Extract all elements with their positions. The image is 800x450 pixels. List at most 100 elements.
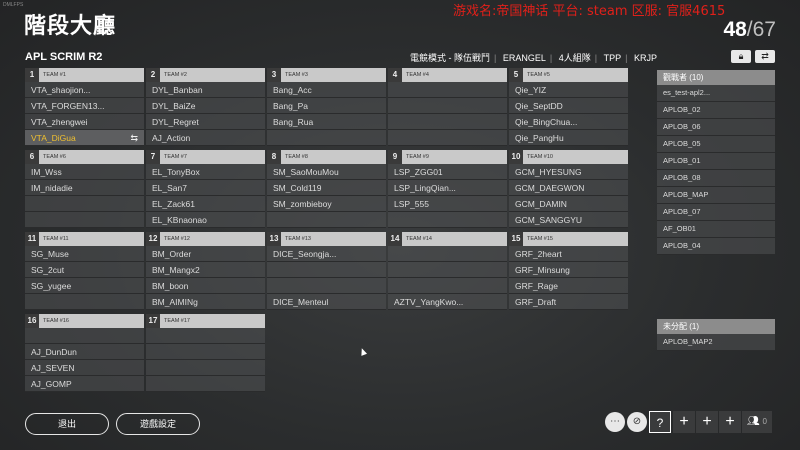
player-slot[interactable] — [388, 278, 507, 294]
add-slot-button-3[interactable]: + — [719, 411, 741, 433]
unassigned-item[interactable]: APLOB_MAP2 — [657, 334, 775, 351]
player-slot[interactable] — [388, 82, 507, 98]
player-slot[interactable] — [25, 212, 144, 228]
team-header[interactable]: 3 TEAM #3 — [267, 68, 386, 82]
player-slot[interactable]: Bang_Acc — [267, 82, 386, 98]
player-slot[interactable]: AJ_GOMP — [25, 376, 144, 392]
player-slot[interactable]: DYL_Regret — [146, 114, 265, 130]
swap-icon[interactable]: ⇄ — [755, 50, 775, 63]
player-slot[interactable] — [146, 376, 265, 392]
player-slot[interactable]: AJ_SEVEN — [25, 360, 144, 376]
observer-item[interactable]: APLOB_05 — [657, 136, 775, 153]
player-slot[interactable] — [388, 262, 507, 278]
player-slot[interactable]: GCM_SANGGYU — [509, 212, 628, 228]
exit-button[interactable]: 退出 — [25, 413, 109, 435]
player-slot[interactable]: DICE_Menteul — [267, 294, 386, 310]
observer-item[interactable]: APLOB_04 — [657, 238, 775, 255]
player-slot[interactable] — [388, 246, 507, 262]
observer-item[interactable]: APLOB_MAP — [657, 187, 775, 204]
player-slot[interactable]: VTA_FORGEN13... — [25, 98, 144, 114]
add-slot-button-1[interactable]: + — [673, 411, 695, 433]
player-slot[interactable] — [146, 344, 265, 360]
observer-item[interactable]: AF_OB01 — [657, 221, 775, 238]
player-slot[interactable] — [267, 212, 386, 228]
add-slot-button-2[interactable]: + — [696, 411, 718, 433]
observer-item[interactable]: APLOB_07 — [657, 204, 775, 221]
player-slot[interactable]: SG_Muse — [25, 246, 144, 262]
player-slot[interactable]: Bang_Rua — [267, 114, 386, 130]
player-slot[interactable]: BM_Order — [146, 246, 265, 262]
team-header[interactable]: 10 TEAM #10 — [509, 150, 628, 164]
observer-item[interactable]: es_test-apl2... — [657, 85, 775, 102]
player-slot[interactable]: DYL_Banban — [146, 82, 265, 98]
observer-item[interactable]: APLOB_08 — [657, 170, 775, 187]
player-slot[interactable]: SM_zombieboy — [267, 196, 386, 212]
player-slot[interactable]: SG_2cut — [25, 262, 144, 278]
player-slot[interactable] — [388, 212, 507, 228]
team-header[interactable]: 16 TEAM #16 — [25, 314, 144, 328]
player-slot[interactable]: Bang_Pa — [267, 98, 386, 114]
team-header[interactable]: 11 TEAM #11 — [25, 232, 144, 246]
team-header[interactable]: 13 TEAM #13 — [267, 232, 386, 246]
team-header[interactable]: 9 TEAM #9 — [388, 150, 507, 164]
player-slot[interactable]: DICE_Seongja... — [267, 246, 386, 262]
player-slot[interactable]: VTA_shaojion... — [25, 82, 144, 98]
player-slot[interactable]: AJ_Action — [146, 130, 265, 146]
player-slot[interactable] — [388, 114, 507, 130]
player-slot[interactable]: GRF_Draft — [509, 294, 628, 310]
player-slot[interactable]: LSP_LingQian... — [388, 180, 507, 196]
team-header[interactable]: 15 TEAM #15 — [509, 232, 628, 246]
team-header[interactable]: 5 TEAM #5 — [509, 68, 628, 82]
player-slot[interactable]: VTA_DiGua ⇆ — [25, 130, 144, 146]
player-slot[interactable] — [25, 294, 144, 310]
game-settings-button[interactable]: 遊戲設定 — [116, 413, 200, 435]
party-button[interactable]: 👥︎ 0 — [742, 411, 772, 433]
player-slot[interactable]: AZTV_YangKwo... — [388, 294, 507, 310]
player-slot[interactable]: EL_KBnaonao — [146, 212, 265, 228]
team-header[interactable]: 7 TEAM #7 — [146, 150, 265, 164]
player-slot[interactable] — [146, 328, 265, 344]
swap-icon[interactable]: ⇆ — [130, 130, 138, 145]
player-slot[interactable]: EL_San7 — [146, 180, 265, 196]
player-slot[interactable] — [267, 130, 386, 146]
player-slot[interactable] — [388, 130, 507, 146]
player-slot[interactable] — [388, 98, 507, 114]
player-slot[interactable]: DYL_BaiZe — [146, 98, 265, 114]
player-slot[interactable]: IM_Wss — [25, 164, 144, 180]
player-slot[interactable]: SG_yugee — [25, 278, 144, 294]
player-slot[interactable]: LSP_ZGG01 — [388, 164, 507, 180]
team-header[interactable]: 12 TEAM #12 — [146, 232, 265, 246]
player-slot[interactable]: EL_Zack61 — [146, 196, 265, 212]
player-slot[interactable]: Qie_YIZ — [509, 82, 628, 98]
team-header[interactable]: 1 TEAM #1 — [25, 68, 144, 82]
player-slot[interactable]: LSP_555 — [388, 196, 507, 212]
player-slot[interactable]: IM_nidadie — [25, 180, 144, 196]
player-slot[interactable]: SM_SaoMouMou — [267, 164, 386, 180]
player-slot[interactable]: Qie_SeptDD — [509, 98, 628, 114]
player-slot[interactable]: SM_Cold119 — [267, 180, 386, 196]
player-slot[interactable]: GCM_DAMIN — [509, 196, 628, 212]
player-slot[interactable]: VTA_zhengwei — [25, 114, 144, 130]
player-slot[interactable]: BM_Mangx2 — [146, 262, 265, 278]
player-slot[interactable] — [146, 360, 265, 376]
lock-icon[interactable]: 🔒︎ — [731, 50, 751, 63]
observer-item[interactable]: APLOB_06 — [657, 119, 775, 136]
player-slot[interactable]: GRF_Minsung — [509, 262, 628, 278]
observer-item[interactable]: APLOB_02 — [657, 102, 775, 119]
player-slot[interactable]: Qie_BingChua... — [509, 114, 628, 130]
player-slot[interactable]: GRF_2heart — [509, 246, 628, 262]
player-slot[interactable] — [267, 278, 386, 294]
team-header[interactable]: 14 TEAM #14 — [388, 232, 507, 246]
observer-item[interactable]: APLOB_01 — [657, 153, 775, 170]
player-slot[interactable]: GRF_Rage — [509, 278, 628, 294]
no-voice-icon[interactable]: ⊘ — [627, 412, 647, 432]
player-slot[interactable]: BM_AIMINg — [146, 294, 265, 310]
team-header[interactable]: 2 TEAM #2 — [146, 68, 265, 82]
player-slot[interactable]: GCM_HYESUNG — [509, 164, 628, 180]
player-slot[interactable] — [267, 262, 386, 278]
team-header[interactable]: 6 TEAM #6 — [25, 150, 144, 164]
team-header[interactable]: 4 TEAM #4 — [388, 68, 507, 82]
team-header[interactable]: 17 TEAM #17 — [146, 314, 265, 328]
player-slot[interactable]: BM_boon — [146, 278, 265, 294]
player-slot[interactable]: EL_TonyBox — [146, 164, 265, 180]
